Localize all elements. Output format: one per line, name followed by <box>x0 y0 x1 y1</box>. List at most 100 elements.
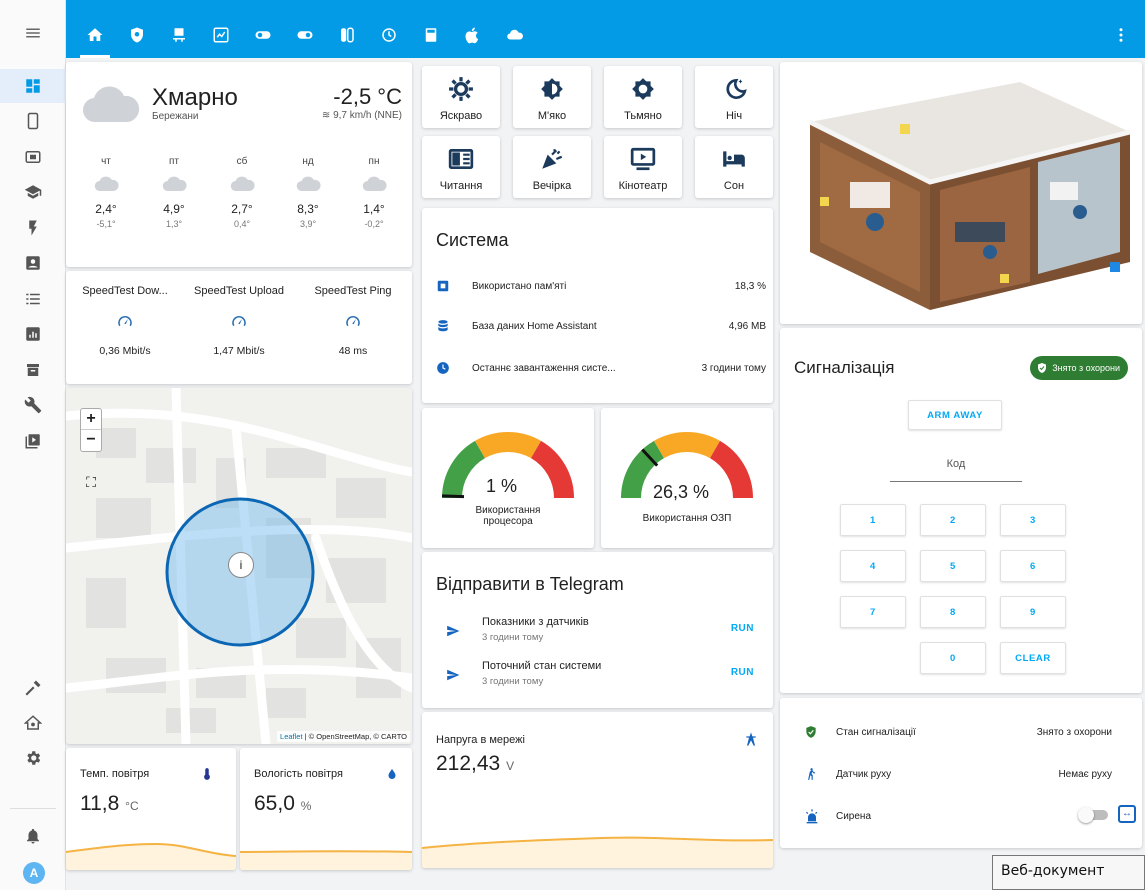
cloudy-icon <box>162 176 187 192</box>
scene-button[interactable]: Вечірка <box>513 136 591 198</box>
scene-button[interactable]: Тьмяно <box>604 66 682 128</box>
last-boot-value: 3 години тому <box>701 362 766 374</box>
system-row-memory[interactable]: Використано пам'яті 18,3 % <box>436 276 766 296</box>
sidebar-item-logbook[interactable] <box>0 282 66 316</box>
cloud-icon <box>507 29 523 40</box>
recenter-icon[interactable]: ⛶ <box>82 474 100 492</box>
voltage-value: 212,43 V <box>436 752 514 776</box>
sidebar-item-tools[interactable] <box>0 388 66 422</box>
school-icon <box>24 185 42 199</box>
system-row-database[interactable]: База даних Home Assistant 4,96 MB <box>436 316 766 336</box>
keypad-key-button[interactable]: 2 <box>920 504 986 536</box>
keypad-key-button[interactable]: 3 <box>1000 504 1066 536</box>
forecast-high: 8,3° <box>297 202 319 216</box>
keypad-key-button[interactable]: 0 <box>920 642 986 674</box>
tab-switches[interactable] <box>248 20 278 50</box>
zoom-in-button[interactable]: + <box>81 409 101 430</box>
notifications-button[interactable] <box>0 819 66 853</box>
zoom-out-button[interactable]: − <box>81 430 101 450</box>
keypad-clear-button[interactable]: CLEAR <box>1000 642 1066 674</box>
system-row-last-boot[interactable]: Останнє завантаження систе... 3 години т… <box>436 358 766 378</box>
state-row-motion[interactable]: Датчик руху Немає руху <box>794 762 1112 786</box>
speedtest-ping[interactable]: SpeedTest Ping 48 ms <box>298 285 408 357</box>
sidebar-item-tablet[interactable] <box>0 104 66 138</box>
code-input[interactable] <box>890 481 1022 482</box>
scene-button[interactable]: Ніч <box>695 66 773 128</box>
sidebar-item-calendar[interactable] <box>0 353 66 387</box>
memory-label: Використано пам'яті <box>472 280 567 292</box>
keypad-key-button[interactable]: 8 <box>920 596 986 628</box>
sidebar-item-media[interactable] <box>0 424 66 458</box>
resize-icon[interactable]: ↔ <box>1118 805 1136 823</box>
sidebar-item-history[interactable] <box>0 317 66 351</box>
telegram-system-run-button[interactable]: RUN <box>731 667 754 678</box>
speedtest-upload[interactable]: SpeedTest Upload 1,47 Mbit/s <box>184 285 294 357</box>
tab-security[interactable] <box>122 20 152 50</box>
sidebar-item-energy[interactable] <box>0 140 66 174</box>
tab-cloud[interactable] <box>500 20 530 50</box>
chart-box-icon <box>213 27 229 43</box>
floorplan-image[interactable] <box>780 62 1142 324</box>
keypad-key-button[interactable]: 5 <box>920 550 986 582</box>
tab-toggles[interactable] <box>290 20 320 50</box>
sidebar-item-presence[interactable] <box>0 246 66 280</box>
sidebar-item-developer-tools[interactable] <box>0 671 66 705</box>
keypad-key-button[interactable]: 1 <box>840 504 906 536</box>
tab-apple[interactable] <box>458 20 488 50</box>
sidebar-item-power[interactable] <box>0 211 66 245</box>
leaflet-link[interactable]: Leaflet <box>280 732 303 741</box>
keypad-key-button[interactable]: 4 <box>840 550 906 582</box>
forecast-day: пт 4,9° 1,3° <box>154 156 194 229</box>
cpu-gauge-card[interactable]: 1 % Використання процесора <box>422 408 594 548</box>
map-zoom-controls: + − <box>80 408 102 452</box>
tab-devices[interactable] <box>332 20 362 50</box>
sidebar-item-education[interactable] <box>0 175 66 209</box>
scene-label: Читання <box>439 180 483 192</box>
menu-icon[interactable] <box>0 16 66 50</box>
send-icon <box>447 669 460 681</box>
humidity-card[interactable]: Вологість повітря 65,0 % <box>240 748 412 870</box>
speedtest-ping-value: 48 ms <box>338 345 368 357</box>
apple-icon <box>465 27 479 44</box>
tab-home[interactable] <box>80 20 110 50</box>
tab-history[interactable] <box>374 20 404 50</box>
scene-button[interactable]: Кінотеатр <box>604 136 682 198</box>
sidebar-item-settings[interactable] <box>0 741 66 775</box>
weather-card[interactable]: Хмарно Бережани -2,5 °C ≋ 9,7 km/h (NNE)… <box>66 62 412 267</box>
telegram-row-system: Поточний стан системи 3 години тому RUN <box>436 658 754 694</box>
floorplan-card[interactable] <box>780 62 1142 324</box>
scene-button[interactable]: Читання <box>422 136 500 198</box>
forecast-day-name: нд <box>302 156 314 167</box>
keypad-key-button[interactable]: 6 <box>1000 550 1066 582</box>
tab-office[interactable] <box>164 20 194 50</box>
air-temp-card[interactable]: Темп. повітря 11,8 °C <box>66 748 236 870</box>
cloudy-icon <box>362 176 387 192</box>
keypad-key-button[interactable]: 7 <box>840 596 906 628</box>
ram-gauge-card[interactable]: 26,3 % Використання ОЗП <box>601 408 773 548</box>
siren-toggle[interactable] <box>1078 807 1110 823</box>
state-row-siren[interactable]: Сирена <box>794 804 1112 828</box>
archive-icon <box>27 364 39 376</box>
speedtest-upload-label: SpeedTest Upload <box>194 285 284 297</box>
scene-button[interactable]: Яскраво <box>422 66 500 128</box>
tab-panel[interactable] <box>206 20 236 50</box>
tab-calculator[interactable] <box>416 20 446 50</box>
sidebar-item-home-settings[interactable] <box>0 706 66 740</box>
wind-value: 9,7 km/h (NNE) <box>333 110 402 121</box>
sidebar-item-overview[interactable] <box>0 69 66 103</box>
scene-label: М'яко <box>537 110 567 122</box>
keypad-key-button[interactable]: 9 <box>1000 596 1066 628</box>
arm-away-button[interactable]: ARM AWAY <box>908 400 1002 430</box>
voltage-card[interactable]: Напруга в мережі 212,43 V <box>422 712 773 868</box>
scene-button[interactable]: М'яко <box>513 66 591 128</box>
telegram-sensors-run-button[interactable]: RUN <box>731 623 754 634</box>
forecast-day: пн 1,4° -0,2° <box>354 156 394 229</box>
overflow-menu-button[interactable] <box>1106 20 1136 50</box>
map-card[interactable]: + − ⛶ i Leaflet | © OpenStreetMap, © CAR… <box>66 388 412 744</box>
scene-button[interactable]: Сон <box>695 136 773 198</box>
state-row-alarm[interactable]: Стан сигналізації Знято з охорони <box>794 720 1112 744</box>
ram-gauge-label-line1: Використання ОЗП <box>642 513 732 524</box>
zone-marker[interactable]: i <box>228 552 254 578</box>
speedtest-download[interactable]: SpeedTest Dow... 0,36 Mbit/s <box>70 285 180 357</box>
user-avatar[interactable]: A <box>23 862 45 884</box>
